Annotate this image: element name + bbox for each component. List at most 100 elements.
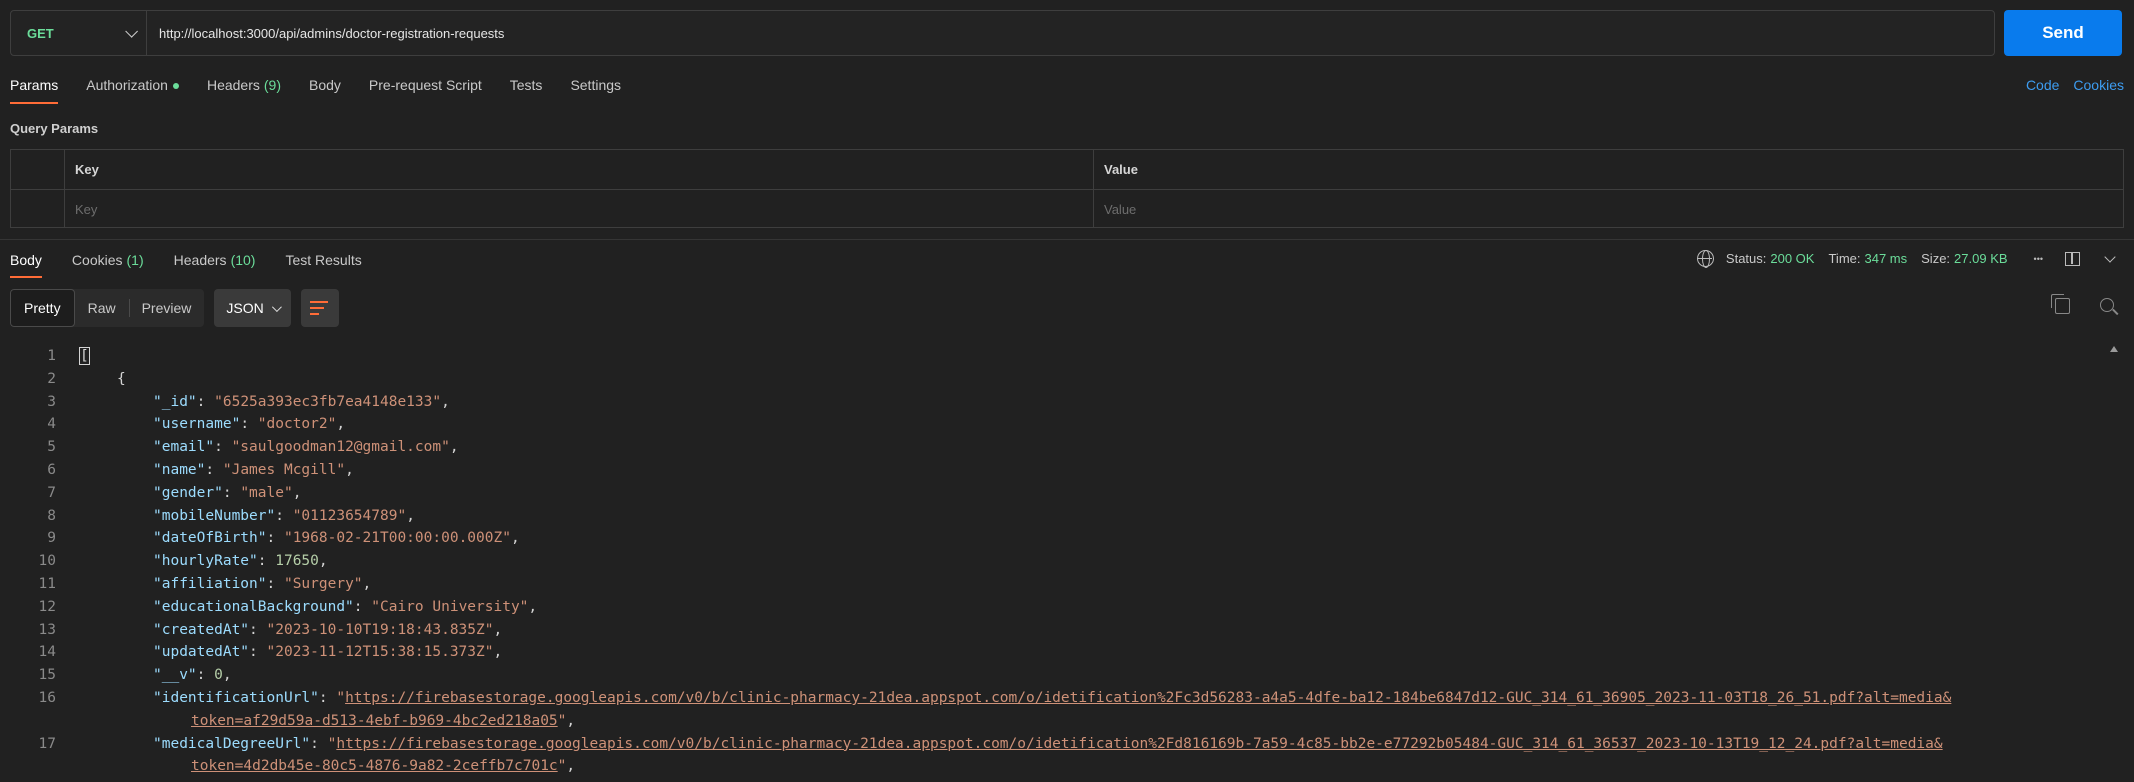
tab-settings[interactable]: Settings	[570, 70, 621, 104]
code-token: 0	[214, 667, 223, 684]
code-token: :	[310, 735, 328, 752]
tab-headers[interactable]: Headers (9)	[207, 70, 281, 104]
code-token: "dateOfBirth"	[153, 530, 267, 547]
code-token: ,	[345, 462, 354, 478]
code-token: :	[353, 598, 372, 615]
send-button[interactable]: Send	[2004, 10, 2122, 56]
table-row: Key Value	[11, 189, 2123, 228]
code-token: "_id"	[153, 393, 197, 410]
code-token: "name"	[153, 462, 206, 478]
row-checkbox[interactable]	[11, 190, 65, 228]
code-line: "__v": 0,	[153, 667, 232, 683]
cookies-link[interactable]: Cookies	[2073, 70, 2124, 100]
code-token: "identificationUrl"	[153, 690, 319, 706]
response-tab-body[interactable]: Body	[10, 246, 42, 278]
value-header: Value	[1104, 162, 1138, 177]
code-token: ,	[528, 598, 538, 615]
code-link[interactable]: Code	[2026, 70, 2059, 100]
response-toolbar: Pretty Raw Preview JSON	[10, 289, 339, 327]
code-token: :	[257, 553, 276, 570]
code-token: "updatedAt"	[153, 644, 250, 661]
divider	[0, 239, 2134, 240]
key-input[interactable]: Key	[65, 190, 1094, 228]
code-token: :	[318, 690, 337, 706]
line-number: 7	[47, 484, 56, 501]
line-number: 16	[38, 690, 56, 706]
response-body[interactable]: 1 [2 {3 "_id": "6525a393ec3fb7ea4148e133", 4…	[0, 344, 2110, 774]
response-tab-headers[interactable]: Headers (10)	[174, 246, 256, 278]
search-icon[interactable]	[2100, 298, 2114, 312]
method-label: GET	[27, 25, 54, 41]
code-token: ,	[441, 393, 450, 410]
tab-count-badge: (1)	[126, 252, 144, 268]
code-token: "educationalBackground"	[153, 598, 354, 615]
line-number: 10	[38, 553, 56, 570]
layout-icon[interactable]	[2065, 251, 2080, 266]
tab-label: Pre-request Script	[368, 77, 482, 93]
line-number: 13	[38, 621, 56, 638]
time-value: 347 ms	[1864, 251, 1908, 266]
value-input[interactable]: Value	[1094, 190, 2123, 228]
code-line: "mobileNumber": "01123654789",	[153, 508, 415, 524]
response-tab-cookies[interactable]: Cookies (1)	[72, 246, 144, 278]
chevron-down-icon	[125, 24, 138, 38]
code-token: "mobileNumber"	[153, 507, 276, 524]
size-value: 27.09 KB	[1954, 251, 2008, 266]
wrap-lines-icon[interactable]	[300, 289, 339, 327]
raw-button[interactable]: Raw	[75, 289, 129, 327]
globe-icon[interactable]	[1696, 250, 1714, 268]
code-line: "createdAt": "2023-10-10T19:18:43.835Z",	[153, 622, 502, 638]
url-input[interactable]: http://localhost:3000/api/admins/doctor-…	[147, 26, 504, 41]
code-line: "updatedAt": "2023-11-12T15:38:15.373Z",	[153, 644, 502, 660]
code-token: :	[240, 416, 258, 433]
line-number: 15	[38, 667, 56, 684]
code-token: ,	[449, 439, 459, 456]
time-label: Time:	[1828, 251, 1861, 266]
code-token: :	[205, 462, 223, 478]
code-line: token=4d2db45e-80c5-4876-9a82-2ceffb7c70…	[191, 758, 575, 774]
code-line: "medicalDegreeUrl": "https://firebasesto…	[153, 736, 1943, 752]
copy-icon[interactable]	[2051, 294, 2070, 314]
code-token: "	[336, 690, 346, 706]
code-token: ,	[566, 758, 576, 774]
url-link[interactable]: https://firebasestorage.googleapis.com/v…	[345, 690, 1951, 706]
code-token: "2023-11-12T15:38:15.373Z"	[266, 644, 494, 661]
preview-button[interactable]: Preview	[128, 289, 205, 327]
code-token: "username"	[153, 416, 241, 433]
method-select[interactable]: GET	[11, 11, 147, 55]
tab-label: Cookies	[71, 252, 123, 268]
tab-label: Params	[10, 77, 59, 93]
code-line: token=af29d59a-d513-4ebf-b969-4bc2ed218a…	[191, 713, 575, 729]
code-token: ,	[362, 576, 372, 592]
tab-body[interactable]: Body	[309, 70, 341, 104]
scroll-up-arrow-icon[interactable]	[2108, 346, 2120, 368]
format-select[interactable]: JSON	[214, 289, 291, 327]
request-tabs: Params Authorization Headers (9) Body Pre-req…	[10, 70, 649, 104]
code-token: :	[249, 644, 267, 661]
chevron-down-icon[interactable]	[2104, 250, 2116, 263]
tab-tests[interactable]: Tests	[510, 70, 543, 104]
code-token: "male"	[240, 484, 293, 501]
url-link[interactable]: token=af29d59a-d513-4ebf-b969-4bc2ed218a…	[191, 713, 558, 729]
tab-params[interactable]: Params	[10, 70, 59, 104]
code-token: ,	[292, 484, 302, 501]
tab-authorization[interactable]: Authorization	[86, 70, 179, 104]
right-links: Code Cookies	[2026, 70, 2124, 100]
response-tab-test-results[interactable]: Test Results	[285, 246, 361, 278]
tab-pre-request-script[interactable]: Pre-request Script	[369, 70, 482, 104]
scrollbar[interactable]	[2107, 344, 2122, 774]
pretty-button[interactable]: Pretty	[10, 289, 75, 327]
code-token: "hourlyRate"	[153, 553, 258, 570]
checkbox-column	[11, 150, 65, 189]
code-token: "6525a393ec3fb7ea4148e133"	[214, 393, 442, 410]
code-token: :	[196, 667, 215, 684]
url-link[interactable]: https://firebasestorage.googleapis.com/v…	[336, 736, 1942, 752]
code-token: :	[266, 530, 284, 547]
view-mode-group: Pretty Raw Preview	[10, 289, 205, 327]
code-token: ,	[222, 667, 232, 684]
more-options-icon[interactable]: •••	[2034, 254, 2043, 264]
tab-label: Headers	[173, 252, 227, 268]
line-number: 3	[47, 393, 56, 410]
code-token: :	[214, 439, 232, 456]
url-link[interactable]: token=4d2db45e-80c5-4876-9a82-2ceffb7c70…	[191, 758, 558, 774]
